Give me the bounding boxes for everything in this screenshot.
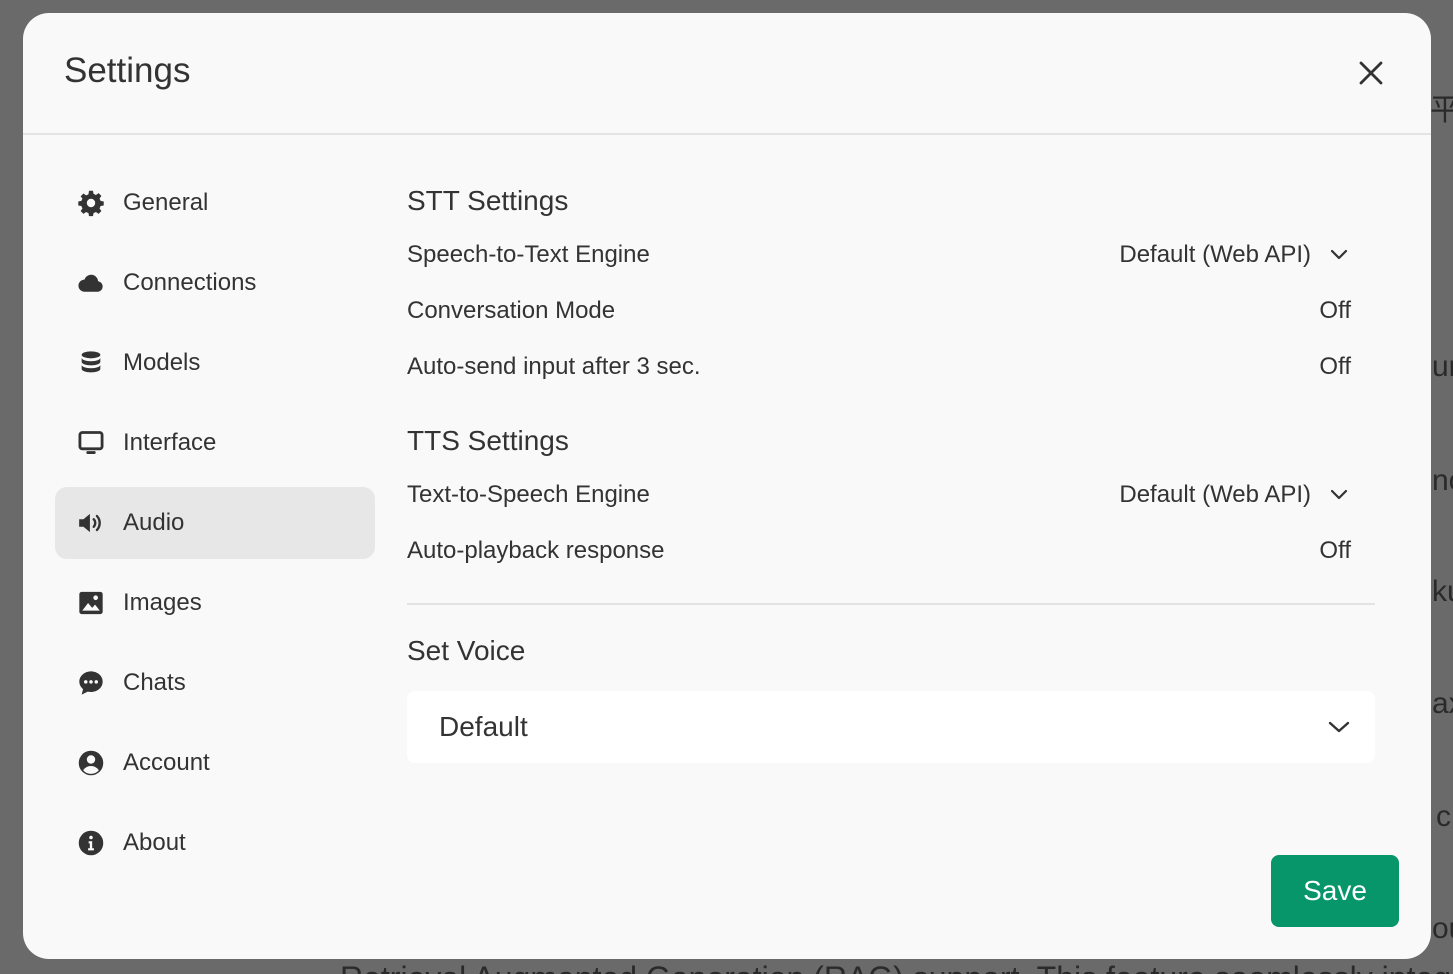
sidebar-item-general[interactable]: General <box>55 167 375 239</box>
background-text-fragment: no <box>1432 464 1453 497</box>
image-icon <box>77 589 105 617</box>
background-bottom-text: Retrieval Augmented Generation (RAG) sup… <box>340 962 1453 974</box>
chevron-down-icon <box>1327 485 1351 505</box>
background-text-fragment: ur <box>1432 350 1453 383</box>
sidebar-item-images[interactable]: Images <box>55 567 375 639</box>
monitor-icon <box>77 429 105 457</box>
chat-bubble-icon <box>77 669 105 697</box>
background-text-fragment: ku <box>1432 575 1453 608</box>
sidebar-item-label: Audio <box>123 509 185 536</box>
sidebar-item-account[interactable]: Account <box>55 727 375 799</box>
background-text-fragment: 平 <box>1430 94 1453 127</box>
sidebar-item-label: Images <box>123 589 202 616</box>
tts-engine-row: Text-to-Speech Engine Default (Web API) <box>407 475 1367 515</box>
background-text-fragment: c <box>1436 800 1451 833</box>
auto-playback-label: Auto-playback response <box>407 537 665 564</box>
set-voice-title: Set Voice <box>407 635 526 666</box>
conversation-mode-label: Conversation Mode <box>407 297 616 324</box>
modal-title: Settings <box>64 51 191 90</box>
voice-select[interactable]: Default <box>407 691 1375 763</box>
settings-modal: Settings General Connections Models Inte… <box>23 13 1431 959</box>
sidebar-item-models[interactable]: Models <box>55 327 375 399</box>
tts-engine-value: Default (Web API) <box>1119 481 1311 508</box>
stt-engine-label: Speech-to-Text Engine <box>407 241 650 268</box>
auto-send-toggle[interactable]: Off <box>1319 355 1351 379</box>
chevron-down-icon <box>1327 245 1351 265</box>
stt-engine-value: Default (Web API) <box>1119 241 1311 268</box>
stt-section-title: STT Settings <box>407 185 569 216</box>
sidebar-item-chats[interactable]: Chats <box>55 647 375 719</box>
sidebar-item-label: Models <box>123 349 201 376</box>
voice-select-value: Default <box>439 711 528 742</box>
sidebar-item-audio[interactable]: Audio <box>55 487 375 559</box>
save-button[interactable]: Save <box>1271 855 1399 927</box>
sidebar-item-interface[interactable]: Interface <box>55 407 375 479</box>
background-text-fragment: ax <box>1432 687 1453 720</box>
sidebar-item-about[interactable]: About <box>55 807 375 879</box>
gear-icon <box>77 189 105 217</box>
info-icon <box>77 829 105 857</box>
background-text-fragment: ou <box>1432 912 1453 945</box>
auto-send-label: Auto-send input after 3 sec. <box>407 353 701 380</box>
cloud-icon <box>77 269 105 297</box>
database-icon <box>77 349 105 377</box>
speaker-icon <box>77 509 105 537</box>
auto-playback-toggle[interactable]: Off <box>1319 539 1351 563</box>
close-button[interactable] <box>1353 57 1389 89</box>
sidebar-item-connections[interactable]: Connections <box>55 247 375 319</box>
sidebar-item-label: General <box>123 189 209 216</box>
sidebar-item-label: Account <box>123 749 210 776</box>
section-divider <box>407 603 1375 605</box>
sidebar-item-label: Interface <box>123 429 217 456</box>
user-circle-icon <box>77 749 105 777</box>
close-icon <box>1359 61 1383 85</box>
auto-send-row: Auto-send input after 3 sec. Off <box>407 347 1367 387</box>
stt-engine-row: Speech-to-Text Engine Default (Web API) <box>407 235 1367 275</box>
tts-engine-label: Text-to-Speech Engine <box>407 481 650 508</box>
sidebar-item-label: Chats <box>123 669 186 696</box>
sidebar-item-label: Connections <box>123 269 257 296</box>
auto-playback-row: Auto-playback response Off <box>407 531 1367 571</box>
chevron-down-icon <box>1327 715 1351 739</box>
conversation-mode-toggle[interactable]: Off <box>1319 299 1351 323</box>
tts-section-title: TTS Settings <box>407 425 569 456</box>
settings-sidebar: General Connections Models Interface Aud… <box>55 167 375 887</box>
modal-header: Settings <box>23 13 1431 135</box>
sidebar-item-label: About <box>123 829 186 856</box>
conversation-mode-row: Conversation Mode Off <box>407 291 1367 331</box>
